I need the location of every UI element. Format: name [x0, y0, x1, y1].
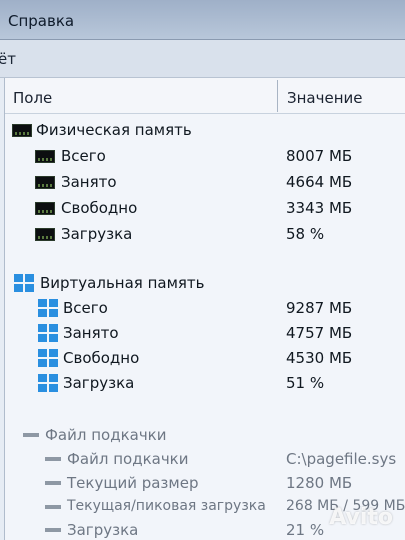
table-row[interactable]: Загрузка 51 % [5, 371, 405, 395]
row-label: Свободно [61, 199, 138, 217]
memory-module-icon [35, 150, 55, 163]
dash-icon [45, 505, 61, 509]
group-title: Файл подкачки [45, 426, 167, 444]
table-row[interactable]: Файл подкачки C:\pagefile.sys [5, 447, 405, 471]
table-header: Поле Значение [5, 78, 405, 114]
memory-module-icon [35, 202, 55, 215]
row-value: C:\pagefile.sys [286, 450, 397, 468]
column-divider[interactable] [277, 80, 278, 112]
dash-icon [23, 433, 39, 437]
row-label: Текущий размер [67, 474, 199, 492]
row-value: 51 % [286, 374, 325, 392]
table-row[interactable]: Свободно 3343 МБ [5, 196, 405, 220]
menu-bar: Справка [0, 0, 405, 40]
row-label: Всего [61, 147, 106, 165]
windows-logo-icon [38, 299, 58, 317]
memory-module-icon [35, 228, 55, 241]
windows-logo-icon [38, 324, 58, 342]
windows-logo-icon [38, 374, 58, 392]
row-label: Загрузка [63, 374, 135, 392]
windows-logo-icon [38, 349, 58, 367]
row-label: Загрузка [61, 225, 133, 243]
toolbar: ёт [0, 40, 405, 78]
row-label: Свободно [63, 349, 140, 367]
table-row[interactable]: Свободно 4530 МБ [5, 346, 405, 370]
toolbar-label[interactable]: ёт [0, 50, 16, 68]
row-value: 4664 МБ [286, 173, 353, 191]
group-title: Физическая память [36, 121, 192, 139]
row-value: 8007 МБ [286, 147, 353, 165]
group-pagefile[interactable]: Файл подкачки [5, 423, 405, 447]
column-header-value[interactable]: Значение [287, 89, 363, 107]
row-label: Текущая/пиковая загрузка [67, 498, 266, 514]
group-physical-memory[interactable]: Физическая память [5, 118, 405, 142]
memory-module-icon [35, 176, 55, 189]
dash-icon [45, 481, 61, 485]
table-row[interactable]: Всего 8007 МБ [5, 144, 405, 168]
row-label: Занято [61, 173, 117, 191]
table-row[interactable]: Занято 4664 МБ [5, 170, 405, 194]
table-row[interactable]: Загрузка 58 % [5, 222, 405, 246]
menu-help[interactable]: Справка [8, 12, 74, 30]
group-title: Виртуальная память [40, 274, 205, 292]
dash-icon [45, 457, 61, 461]
windows-logo-icon [14, 274, 34, 292]
avito-watermark: Avito [329, 505, 393, 530]
row-value: 3343 МБ [286, 199, 353, 217]
row-value: 21 % [286, 521, 325, 539]
row-label: Занято [63, 324, 119, 342]
memory-module-icon [12, 124, 32, 137]
row-value: 4757 МБ [286, 324, 353, 342]
table-row[interactable]: Всего 9287 МБ [5, 296, 405, 320]
column-header-field[interactable]: Поле [13, 89, 52, 107]
row-value: 4530 МБ [286, 349, 353, 367]
dash-icon [45, 528, 61, 532]
row-value: 1280 МБ [286, 474, 353, 492]
row-label: Всего [63, 299, 108, 317]
row-value: 9287 МБ [286, 299, 353, 317]
row-value: 58 % [286, 225, 325, 243]
group-virtual-memory[interactable]: Виртуальная память [5, 271, 405, 295]
row-label: Файл подкачки [67, 450, 189, 468]
table-row[interactable]: Текущий размер 1280 МБ [5, 471, 405, 495]
memory-panel: Поле Значение Физическая память Всего 80… [4, 78, 405, 540]
table-row[interactable]: Занято 4757 МБ [5, 321, 405, 345]
row-label: Загрузка [67, 521, 139, 539]
